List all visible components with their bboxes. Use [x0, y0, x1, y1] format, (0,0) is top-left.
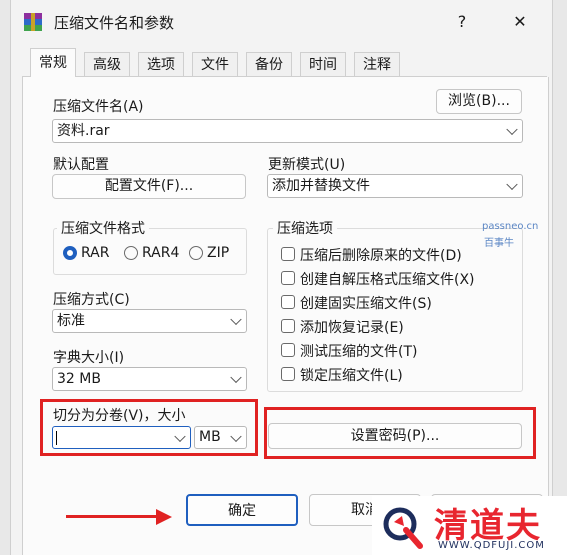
update-mode-select[interactable]: 添加并替换文件 — [267, 174, 523, 198]
tab-files[interactable]: 文件 — [192, 52, 238, 76]
radio-rar[interactable] — [63, 246, 77, 260]
tab-options[interactable]: 选项 — [138, 52, 184, 76]
chevron-down-icon[interactable] — [230, 430, 242, 442]
archive-format-legend: 压缩文件格式 — [57, 218, 149, 238]
compression-method-select[interactable]: 标准 — [52, 309, 247, 333]
update-mode-value: 添加并替换文件 — [272, 178, 370, 194]
checkbox-test-label: 测试压缩的文件(T) — [300, 344, 418, 360]
checkbox-recovery[interactable] — [281, 319, 295, 333]
checkbox-lock[interactable] — [281, 367, 295, 381]
tab-backup[interactable]: 备份 — [246, 52, 292, 76]
set-password-button[interactable]: 设置密码(P)... — [268, 423, 522, 449]
chevron-down-icon[interactable] — [506, 123, 518, 136]
annotation-arrow-shaft — [66, 515, 158, 518]
radio-rar4-label: RAR4 — [142, 245, 180, 261]
annotation-arrow-icon — [156, 509, 172, 525]
logo-url: WWW.QDFUJI.COM — [438, 540, 545, 551]
tab-comment[interactable]: 注释 — [354, 52, 400, 76]
tab-advanced[interactable]: 高级 — [84, 52, 130, 76]
text-caret — [56, 431, 57, 445]
close-button[interactable]: ✕ — [500, 8, 540, 36]
archive-name-value: 资料.rar — [57, 123, 110, 139]
qdfuji-logo-icon — [383, 507, 423, 549]
checkbox-lock-label: 锁定压缩文件(L) — [300, 368, 403, 384]
checkbox-test[interactable] — [281, 343, 295, 357]
chevron-down-icon[interactable] — [230, 371, 242, 384]
radio-zip-label: ZIP — [207, 245, 230, 261]
dictionary-size-value: 32 MB — [57, 371, 101, 387]
checkbox-solid-label: 创建固实压缩文件(S) — [300, 296, 432, 312]
radio-rar-label: RAR — [81, 245, 110, 261]
profiles-button[interactable]: 配置文件(F)... — [52, 174, 246, 199]
browse-button[interactable]: 浏览(B)... — [436, 89, 522, 114]
split-unit-value: MB — [199, 429, 221, 445]
compression-method-value: 标准 — [57, 313, 85, 329]
watermark-name: 百事牛 — [484, 238, 514, 249]
checkbox-delete-after[interactable] — [281, 247, 295, 261]
checkbox-sfx-label: 创建自解压格式压缩文件(X) — [300, 272, 475, 288]
tab-general[interactable]: 常规 — [30, 48, 76, 77]
radio-rar4[interactable] — [124, 246, 138, 260]
checkbox-sfx[interactable] — [281, 271, 295, 285]
logo-overlay: 清道夫 WWW.QDFUJI.COM — [372, 496, 567, 555]
checkbox-solid[interactable] — [281, 295, 295, 309]
checkbox-recovery-label: 添加恢复记录(E) — [300, 320, 404, 336]
help-button[interactable]: ? — [442, 8, 482, 36]
ok-button[interactable]: 确定 — [186, 494, 298, 526]
winrar-books-icon — [24, 13, 42, 31]
checkbox-delete-after-label: 压缩后删除原来的文件(D) — [300, 248, 462, 264]
chevron-down-icon[interactable] — [230, 313, 242, 326]
archive-options-legend: 压缩选项 — [273, 218, 337, 238]
dictionary-size-select[interactable]: 32 MB — [52, 367, 247, 391]
dictionary-size-label: 字典大小(I) — [53, 350, 125, 366]
compression-method-label: 压缩方式(C) — [53, 292, 130, 308]
radio-zip[interactable] — [189, 246, 203, 260]
tab-time[interactable]: 时间 — [300, 52, 346, 76]
update-mode-label: 更新模式(U) — [268, 157, 346, 173]
split-unit-select[interactable]: MB — [194, 426, 247, 449]
default-profile-label: 默认配置 — [53, 157, 109, 173]
watermark-site: passneo.cn — [482, 221, 539, 232]
archive-name-input[interactable]: 资料.rar — [52, 119, 523, 143]
chevron-down-icon[interactable] — [174, 430, 186, 442]
chevron-down-icon[interactable] — [506, 178, 518, 191]
split-size-input[interactable] — [52, 426, 191, 449]
window-title: 压缩文件名和参数 — [54, 14, 175, 32]
archive-name-label: 压缩文件名(A) — [53, 99, 144, 115]
split-volumes-label: 切分为分卷(V)，大小 — [53, 408, 186, 424]
